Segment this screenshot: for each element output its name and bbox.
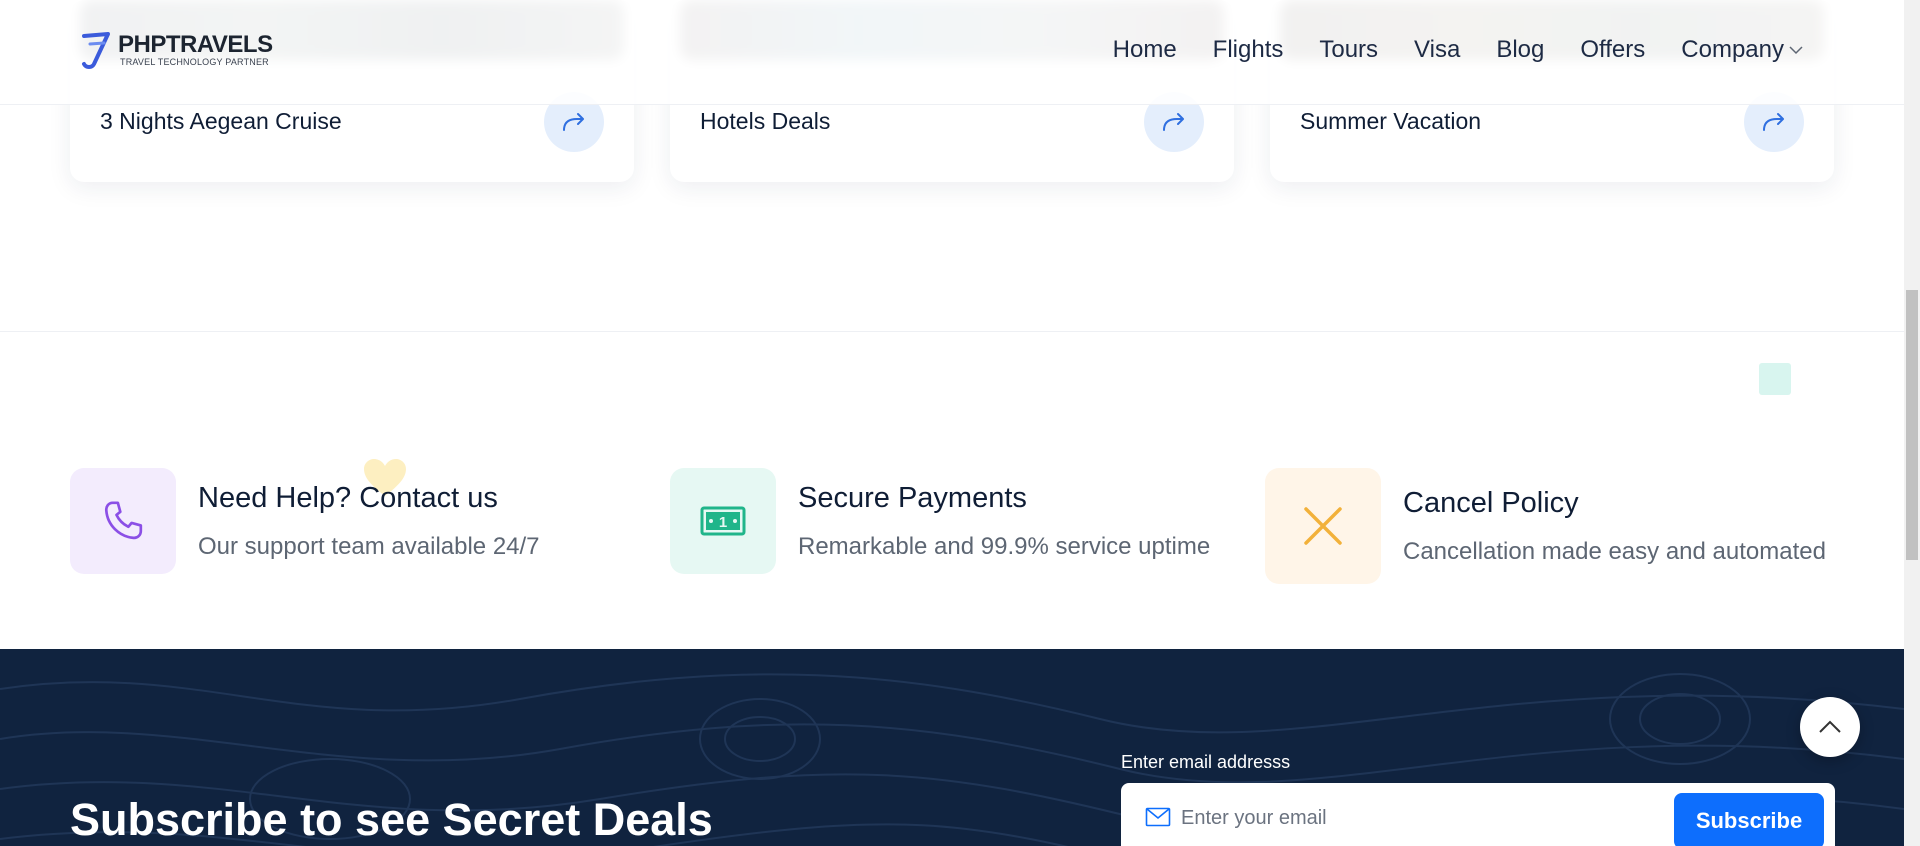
nav-item-tours[interactable]: Tours [1319,36,1378,64]
email-input[interactable] [1181,793,1641,843]
feature-icon-box: 1 [670,468,776,574]
email-form: Subscribe [1121,783,1835,846]
feature-cancel: Cancel Policy Cancellation made easy and… [1265,468,1826,584]
feature-icon-box [1265,468,1381,584]
nav-item-offers[interactable]: Offers [1580,36,1645,64]
back-to-top-button[interactable] [1800,697,1860,757]
feature-description: Our support team available 24/7 [198,532,540,560]
feature-payments: 1 Secure Payments Remarkable and 99.9% s… [670,468,1210,574]
decorative-square [1759,363,1791,395]
scrollbar-thumb[interactable] [1906,290,1918,560]
share-arrow-icon [1763,113,1784,131]
section-divider [0,331,1904,332]
nav-item-flights[interactable]: Flights [1213,36,1284,64]
nav-item-home[interactable]: Home [1113,36,1177,64]
feature-description: Remarkable and 99.9% service uptime [798,532,1211,560]
logo-mark-icon [82,32,110,69]
feature-description: Cancellation made easy and automated [1403,537,1826,565]
subscribe-title: Subscribe to see Secret Deals [70,794,713,845]
site-header: PHPTRAVELS TRAVEL TECHNOLOGY PARTNER Hom… [0,0,1904,104]
logo-tagline: TRAVEL TECHNOLOGY PARTNER [120,57,269,67]
phone-icon [104,501,143,540]
share-arrow-icon [563,113,584,131]
nav-item-company[interactable]: Company [1681,36,1804,64]
email-label: Enter email addresss [1121,752,1291,772]
mail-icon [1145,807,1171,827]
feature-title: Cancel Policy [1403,486,1579,519]
chevron-down-icon [1789,46,1803,55]
subscribe-section: Subscribe to see Secret Deals Enter emai… [0,649,1904,846]
back-to-top [1800,697,1894,757]
nav-item-visa[interactable]: Visa [1414,36,1460,64]
deal-card-title: Summer Vacation [1300,108,1482,134]
nav-item-blog[interactable]: Blog [1496,36,1544,64]
share-arrow-icon [1163,113,1184,131]
feature-title: Secure Payments [798,481,1027,514]
svg-text:1: 1 [719,514,727,531]
subscribe-button[interactable]: Subscribe [1674,793,1824,846]
main-nav: Home Flights Tours Visa Blog Offers Comp… [1113,36,1804,64]
money-icon: 1 [700,506,746,536]
deal-card-title: Hotels Deals [700,108,831,134]
nav-item-company-label: Company [1681,36,1784,63]
page: 3 Nights Aegean Cruise Hotels Deals Summ… [0,0,1920,846]
logo-name: PHPTRAVELS [118,31,273,58]
feature-title: Need Help? Contact us [198,481,498,514]
close-icon [1304,507,1342,545]
feature-contact: Need Help? Contact us Our support team a… [70,468,540,574]
site-logo[interactable]: PHPTRAVELS TRAVEL TECHNOLOGY PARTNER [80,30,273,70]
feature-icon-box [70,468,176,574]
deal-card-title: 3 Nights Aegean Cruise [100,108,342,134]
page-scrollbar[interactable] [1904,0,1920,846]
chevron-up-icon [1819,720,1841,733]
